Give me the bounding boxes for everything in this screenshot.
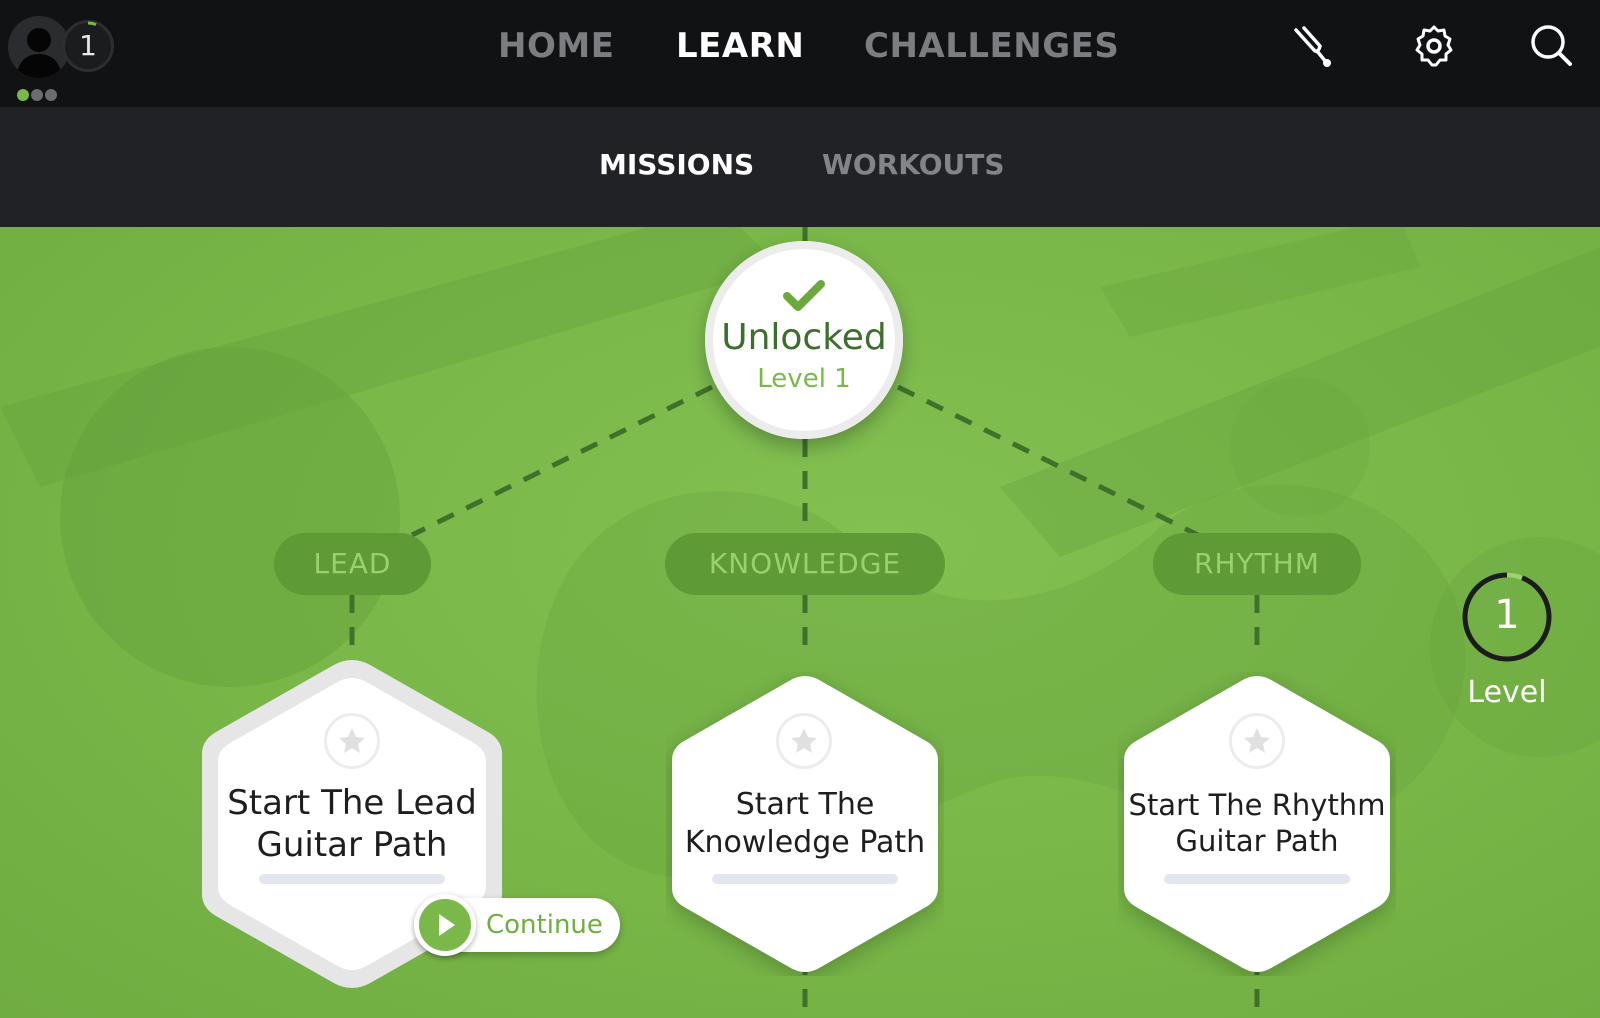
path-title-lead: Start The Lead Guitar Path [206,782,498,866]
path-title-knowledge-line1: Start The [735,787,875,822]
path-title-rhythm-line1: Start The Rhythm [1128,788,1386,822]
star-icon [339,728,365,753]
star-badge [324,713,380,769]
path-title-knowledge-line2: Knowledge Path [684,825,926,860]
star-badge [776,713,832,769]
level-value: 1 [1494,592,1520,638]
tab-missions[interactable]: MISSIONS [599,148,754,181]
dot [45,89,57,101]
top-nav-bar: 1 HOME LEARN CHALLENGES [0,0,1600,107]
path-title-lead-line2: Guitar Path [256,825,448,865]
continue-button[interactable]: Continue [414,894,620,956]
gear-icon[interactable] [1410,22,1458,70]
category-pill-rhythm: RHYTHM [1153,533,1361,595]
play-icon [414,894,476,956]
category-pill-knowledge: KNOWLEDGE [665,533,945,595]
category-pill-lead: LEAD [274,533,431,595]
nav-home[interactable]: HOME [498,26,614,66]
sub-nav-bar [0,107,1600,227]
star-badge [1229,713,1285,769]
level-label: Level [1467,675,1547,710]
progress-bar-knowledge [712,874,898,884]
path-title-rhythm: Start The Rhythm Guitar Path [1118,787,1396,859]
star-icon [1244,728,1270,753]
path-title-knowledge: Start The Knowledge Path [670,786,940,862]
avatar[interactable] [8,16,70,78]
unlocked-level: Level 1 [757,364,851,394]
unlocked-level-node[interactable]: Unlocked Level 1 [705,241,903,439]
checkmark-icon [783,280,825,311]
path-title-rhythm-line2: Guitar Path [1175,824,1339,858]
star-icon [791,728,817,753]
tuner-icon[interactable] [1290,22,1338,70]
search-icon[interactable] [1528,22,1576,70]
nav-learn[interactable]: LEARN [676,26,804,66]
page-dots [17,86,59,105]
unlocked-status: Unlocked [721,317,887,358]
continue-label: Continue [486,910,603,940]
tab-workouts[interactable]: WORKOUTS [822,148,1005,181]
dot-active [17,89,29,101]
progress-bar-lead [259,874,445,884]
user-silhouette-icon [16,28,62,78]
dot [31,89,43,101]
path-title-lead-line1: Start The Lead [227,783,477,823]
progress-bar-rhythm [1164,874,1350,884]
nav-challenges[interactable]: CHALLENGES [864,26,1119,66]
level-progress-ring-icon [87,21,97,26]
player-level-badge[interactable]: 1 [62,20,114,72]
